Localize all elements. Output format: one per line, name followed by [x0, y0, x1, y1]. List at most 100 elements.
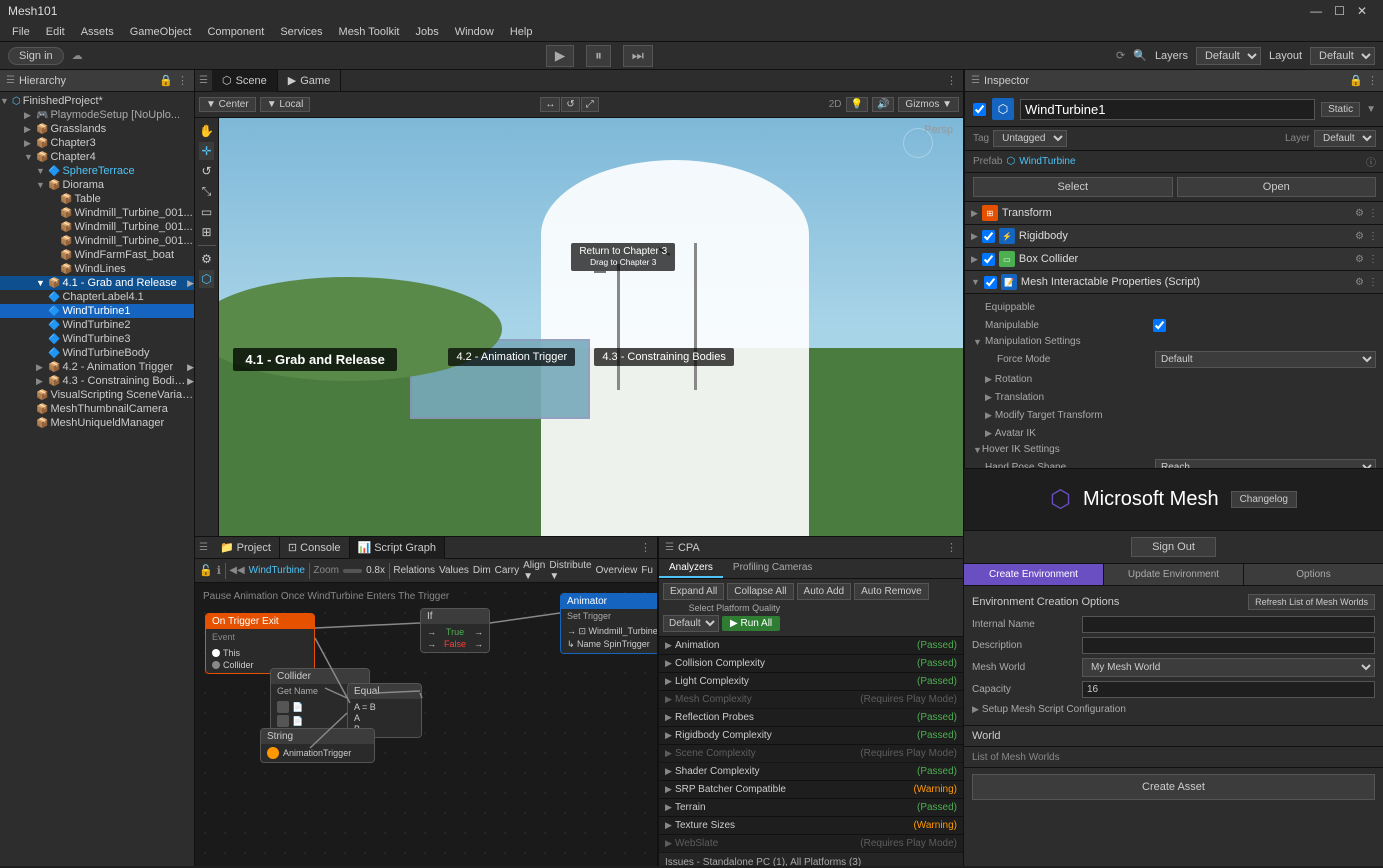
menu-assets[interactable]: Assets: [73, 26, 122, 38]
tree-item-windmill3[interactable]: 📦 Windmill_Turbine_001...: [0, 234, 194, 248]
zoom-slider[interactable]: [343, 569, 362, 573]
menu-services[interactable]: Services: [272, 26, 330, 38]
hierarchy-menu-icon[interactable]: ⋮: [177, 74, 188, 87]
manipulable-checkbox[interactable]: [1153, 319, 1166, 332]
tree-item-finished-project[interactable]: ▼ ⬡ FinishedProject*: [0, 94, 194, 108]
prefab-info-icon[interactable]: ⓘ: [1366, 154, 1376, 169]
cpa-menu[interactable]: ⋮: [946, 541, 957, 554]
rect-tool[interactable]: ▭: [199, 203, 214, 221]
script-lock-btn[interactable]: 🔓: [199, 564, 213, 577]
search-icon[interactable]: 🔍: [1133, 49, 1147, 62]
lighting-btn[interactable]: 💡: [846, 97, 868, 112]
component-box-collider[interactable]: ▶ ▭ Box Collider ⚙ ⋮: [965, 248, 1383, 271]
close-btn[interactable]: ✕: [1357, 4, 1367, 18]
prop-avatar-ik[interactable]: ▶ Avatar IK: [985, 424, 1376, 442]
hierarchy-lock-icon[interactable]: 🔒: [159, 74, 173, 87]
prop-translation[interactable]: ▶ Translation: [985, 388, 1376, 406]
align-btn[interactable]: Align ▼: [523, 560, 545, 582]
description-input[interactable]: [1082, 637, 1375, 654]
tree-item-meshuniqueue[interactable]: 📦 MeshUniqueldManager: [0, 416, 194, 430]
cpa-section-light[interactable]: ▶ Light Complexity (Passed): [659, 673, 963, 691]
meshint-enabled[interactable]: [984, 276, 997, 289]
menu-window[interactable]: Window: [447, 26, 502, 38]
scene-tool-btn[interactable]: ↔: [540, 97, 560, 112]
tab-scene[interactable]: ⬡ Scene: [212, 70, 278, 92]
scene-scale-btn[interactable]: ⤢: [581, 97, 599, 112]
mesh-world-dropdown[interactable]: My Mesh World: [1082, 658, 1375, 677]
tab-create-environment[interactable]: Create Environment: [964, 564, 1104, 585]
values-btn[interactable]: Values: [439, 565, 469, 576]
object-enabled-checkbox[interactable]: [973, 103, 986, 116]
tree-item-windturbine3[interactable]: 🔷 WindTurbine3: [0, 332, 194, 346]
meshint-menu-icon[interactable]: ⋮: [1368, 277, 1378, 288]
tree-item-windmill2[interactable]: 📦 Windmill_Turbine_001...: [0, 220, 194, 234]
tree-item-chapter-label[interactable]: 🔷 ChapterLabel4.1: [0, 290, 194, 304]
tab-project[interactable]: 📁 Project: [212, 537, 280, 559]
tree-item-windturbine1[interactable]: 🔷 WindTurbine1: [0, 304, 194, 318]
center-pivot-dropdown[interactable]: ▼ Center: [199, 97, 256, 112]
scene-menu-icon[interactable]: ⋮: [940, 74, 963, 87]
setup-mesh-script-row[interactable]: ▶ Setup Mesh Script Configuration: [972, 702, 1375, 717]
hover-ik-header[interactable]: ▼ Hover IK Settings: [973, 442, 1376, 457]
open-button[interactable]: Open: [1177, 177, 1377, 197]
minimize-btn[interactable]: —: [1310, 4, 1322, 18]
menu-gameobject[interactable]: GameObject: [122, 26, 200, 38]
node-if[interactable]: If → True → → False →: [420, 608, 490, 653]
tree-item-sphereterrace[interactable]: ▼ 🔷 SphereTerrace: [0, 164, 194, 178]
script-info-btn[interactable]: ℹ: [217, 564, 221, 577]
menu-file[interactable]: File: [4, 26, 38, 38]
collapse-all-btn[interactable]: Collapse All: [727, 583, 793, 600]
cpa-section-scene[interactable]: ▶ Scene Complexity (Requires Play Mode): [659, 745, 963, 763]
tree-item-windlines[interactable]: 📦 WindLines: [0, 262, 194, 276]
2d-view-btn[interactable]: 2D: [829, 99, 842, 110]
internal-name-input[interactable]: [1082, 616, 1375, 633]
node-on-trigger-exit[interactable]: On Trigger Exit Event This Collider: [205, 613, 315, 674]
static-dropdown-arrow[interactable]: ▼: [1366, 104, 1376, 115]
auto-remove-btn[interactable]: Auto Remove: [854, 583, 929, 600]
hand-tool[interactable]: ✋: [197, 122, 216, 140]
script-canvas[interactable]: Pause Animation Once WindTurbine Enters …: [195, 583, 657, 866]
cpa-section-rigidbody[interactable]: ▶ Rigidbody Complexity (Passed): [659, 727, 963, 745]
distribute-btn[interactable]: Distribute ▼: [549, 560, 591, 582]
tree-item-diorama[interactable]: ▼ 📦 Diorama: [0, 178, 194, 192]
rotate-tool[interactable]: ↺: [199, 162, 213, 180]
create-asset-btn[interactable]: Create Asset: [972, 774, 1375, 800]
tab-script-graph[interactable]: 📊 Script Graph: [350, 537, 445, 559]
tab-update-environment[interactable]: Update Environment: [1104, 564, 1244, 585]
cpa-section-texture[interactable]: ▶ Texture Sizes (Warning): [659, 817, 963, 835]
tree-item-grab-release[interactable]: ▼ 📦 4.1 - Grab and Release ▶: [0, 276, 194, 290]
tree-item-chapter4[interactable]: ▼ 📦 Chapter4: [0, 150, 194, 164]
sign-out-btn[interactable]: Sign Out: [1131, 537, 1216, 557]
tree-item-visualscripting[interactable]: 📦 VisualScripting SceneVariabl...: [0, 388, 194, 402]
scene-viewport[interactable]: 4.1 - Grab and Release 4.2 - Animation T…: [195, 118, 963, 536]
cpa-section-reflection[interactable]: ▶ Reflection Probes (Passed): [659, 709, 963, 727]
changelog-btn[interactable]: Changelog: [1231, 491, 1297, 508]
tree-item-animation-trigger[interactable]: ▶ 📦 4.2 - Animation Trigger ▶: [0, 360, 194, 374]
object-name-field[interactable]: [1020, 99, 1315, 120]
tab-console[interactable]: ⊡ Console: [280, 537, 350, 559]
refresh-list-btn[interactable]: Refresh List of Mesh Worlds: [1248, 594, 1375, 610]
boxcollider-menu-icon[interactable]: ⋮: [1368, 254, 1378, 265]
transform-settings-icon[interactable]: ⚙: [1355, 208, 1364, 219]
inspector-menu-icon[interactable]: ⋮: [1367, 74, 1378, 87]
audio-btn[interactable]: 🔊: [872, 97, 894, 112]
tree-item-table[interactable]: 📦 Table: [0, 192, 194, 206]
layers-dropdown[interactable]: Default: [1196, 47, 1261, 65]
manipulation-settings-header[interactable]: ▼ Manipulation Settings: [973, 334, 1376, 349]
cpa-section-collision[interactable]: ▶ Collision Complexity (Passed): [659, 655, 963, 673]
prop-rotation[interactable]: ▶ Rotation: [985, 370, 1376, 388]
cpa-section-terrain[interactable]: ▶ Terrain (Passed): [659, 799, 963, 817]
scene-rotate-btn[interactable]: ↺: [561, 97, 579, 112]
play-button[interactable]: ▶: [546, 45, 574, 67]
overview-btn[interactable]: Overview: [596, 565, 638, 576]
signin-button[interactable]: Sign in: [8, 47, 64, 65]
component-rigidbody[interactable]: ▶ ⚡ Rigidbody ⚙ ⋮: [965, 225, 1383, 248]
capacity-input[interactable]: [1082, 681, 1375, 698]
select-button[interactable]: Select: [973, 177, 1173, 197]
boxcollider-settings-icon[interactable]: ⚙: [1355, 254, 1364, 265]
expand-all-btn[interactable]: Expand All: [663, 583, 724, 600]
script-graph-menu[interactable]: ⋮: [634, 541, 657, 554]
meshint-settings-icon[interactable]: ⚙: [1355, 277, 1364, 288]
hand-pose-shape-dropdown[interactable]: Reach: [1155, 459, 1376, 468]
tree-item-windmill1[interactable]: 📦 Windmill_Turbine_001...: [0, 206, 194, 220]
